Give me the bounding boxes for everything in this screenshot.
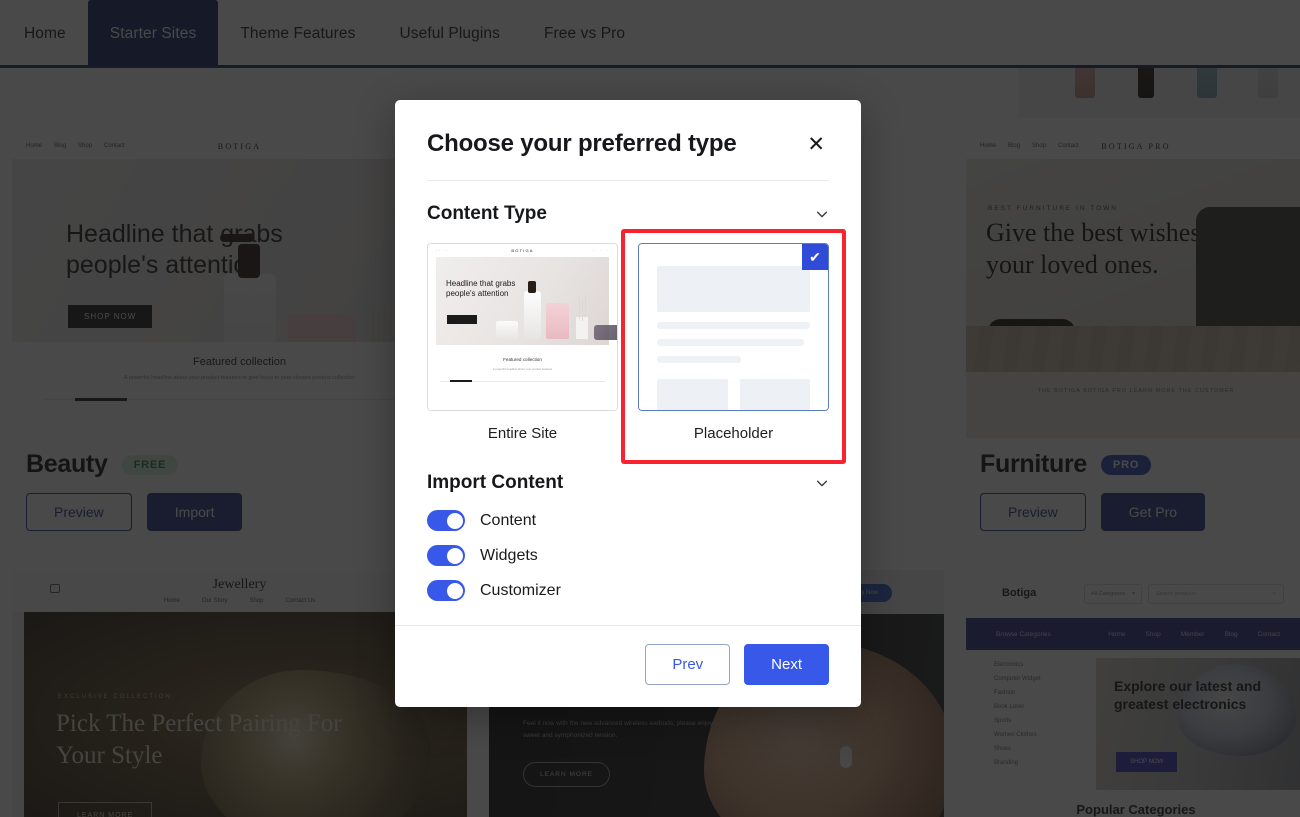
toggle-label-widgets: Widgets [480,546,538,564]
option-placeholder[interactable]: ✔ Placeholder [621,229,846,464]
option-entire-site-card[interactable]: · · · · BOTIGA · · · Headline that grabs… [427,243,618,411]
toggle-customizer[interactable] [427,580,465,601]
content-type-options: · · · · BOTIGA · · · Headline that grabs… [427,229,846,464]
chevron-down-icon[interactable] [815,207,829,221]
toggle-widgets[interactable] [427,545,465,566]
prev-button[interactable]: Prev [645,644,731,685]
option-entire-site-label: Entire Site [487,425,558,442]
chevron-down-icon[interactable] [815,476,829,490]
next-button[interactable]: Next [744,644,829,685]
choose-type-modal: Choose your preferred type ✕ Content Typ… [395,100,861,707]
toggle-row-widgets[interactable]: Widgets [427,545,829,566]
toggle-label-customizer: Customizer [480,581,561,599]
import-content-toggles: Content Widgets Customizer [427,510,829,601]
toggle-label-content: Content [480,511,537,529]
modal-body: Content Type · · · · BOTIGA · · · Headli… [395,181,861,625]
modal-header: Choose your preferred type ✕ [395,100,861,158]
placeholder-column-block [657,379,728,410]
section-title-content-type: Content Type [427,203,547,224]
modal-title: Choose your preferred type [427,130,737,157]
placeholder-line [657,322,810,329]
option-entire-site[interactable]: · · · · BOTIGA · · · Headline that grabs… [427,243,618,442]
page-root: BEST SELLERS SHOP Home B [0,0,1300,817]
close-icon[interactable]: ✕ [803,132,829,157]
modal-footer: Prev Next [395,625,861,707]
toggle-row-customizer[interactable]: Customizer [427,580,829,601]
placeholder-hero-block [657,266,810,312]
section-content-type-header[interactable]: Content Type [427,181,829,225]
check-icon: ✔ [802,244,828,270]
section-import-content-header[interactable]: Import Content [427,442,829,494]
toggle-content[interactable] [427,510,465,531]
placeholder-line [657,339,804,346]
toggle-row-content[interactable]: Content [427,510,829,531]
placeholder-column-block [739,379,810,410]
section-title-import-content: Import Content [427,472,564,493]
option-placeholder-label: Placeholder [693,425,774,442]
option-placeholder-card[interactable]: ✔ [638,243,829,411]
placeholder-line [657,356,742,363]
